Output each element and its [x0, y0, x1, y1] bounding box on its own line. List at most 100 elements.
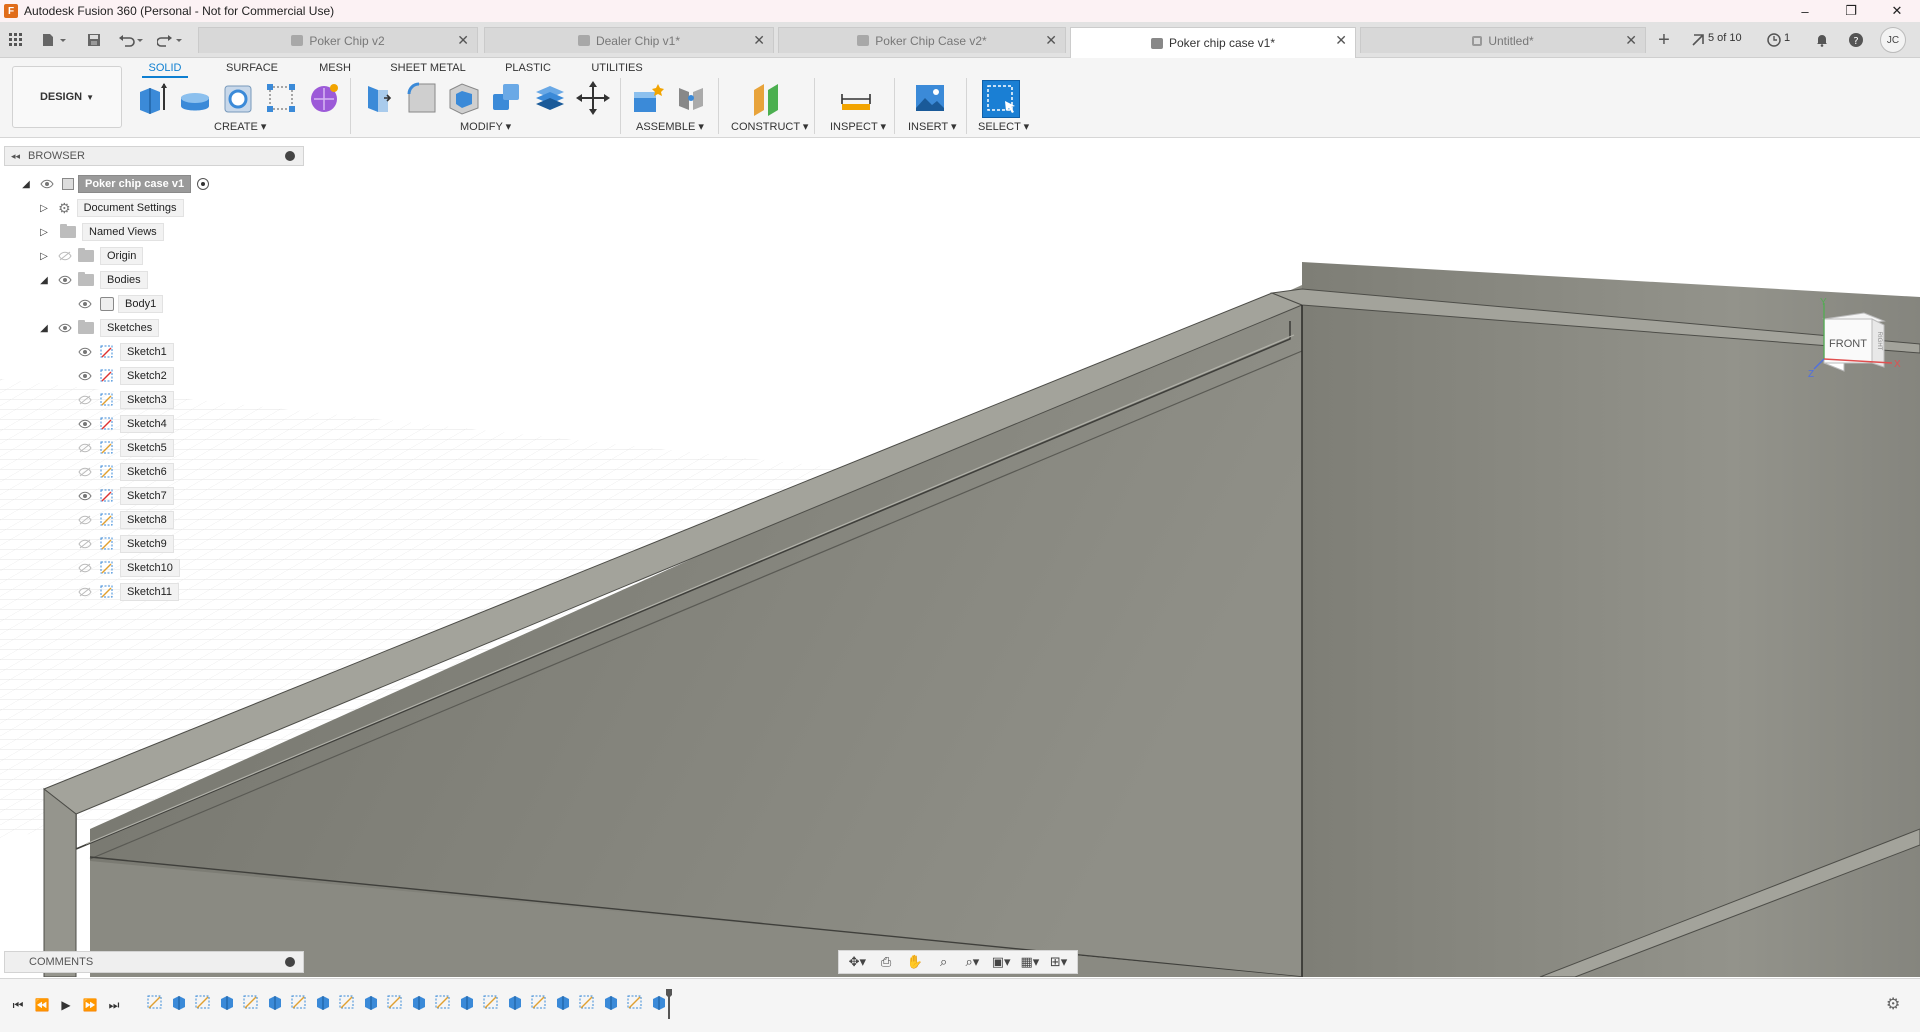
- tab-poker-chip-case-v2[interactable]: Poker Chip Case v2* ✕: [778, 27, 1066, 53]
- insert-group-label[interactable]: INSERT ▾: [908, 120, 957, 133]
- tab-sheet-metal[interactable]: SHEET METAL: [388, 58, 468, 78]
- tab-dealer-chip-v1[interactable]: Dealer Chip v1* ✕: [484, 27, 774, 53]
- canvas-viewport[interactable]: FRONT RIGHT Y X Z: [0, 139, 1920, 977]
- model-canvas[interactable]: [0, 139, 1920, 977]
- browser-item-sketch[interactable]: Sketch2: [78, 366, 174, 386]
- hidden-eye-icon[interactable]: [58, 251, 72, 261]
- expand-triangle-icon[interactable]: ▷: [38, 250, 50, 262]
- workspace-switcher-button[interactable]: DESIGN ▼: [12, 66, 122, 128]
- browser-item-sketch[interactable]: Sketch9: [78, 534, 174, 554]
- timeline-sketch-icon[interactable]: [242, 993, 262, 1013]
- hidden-eye-icon[interactable]: [78, 515, 92, 525]
- grid-settings-icon[interactable]: ▦▾: [1019, 953, 1041, 971]
- offset-plane-icon[interactable]: [748, 80, 784, 116]
- browser-item-sketch[interactable]: Sketch8: [78, 510, 174, 530]
- expand-triangle-icon[interactable]: ▷: [38, 202, 50, 214]
- insert-image-icon[interactable]: [912, 80, 948, 116]
- timeline-extrude-icon[interactable]: [602, 993, 622, 1013]
- select-group-label[interactable]: SELECT ▾: [978, 120, 1029, 133]
- comments-add-icon[interactable]: [285, 957, 295, 967]
- timeline-sketch-icon[interactable]: [530, 993, 550, 1013]
- visibility-eye-icon[interactable]: [78, 419, 92, 429]
- view-cube[interactable]: FRONT RIGHT Y X Z: [1808, 297, 1908, 387]
- expand-triangle-icon[interactable]: ◢: [38, 274, 50, 286]
- modify-group-label[interactable]: MODIFY ▾: [460, 120, 511, 133]
- tab-mesh[interactable]: MESH: [314, 58, 356, 78]
- visibility-eye-icon[interactable]: [40, 179, 54, 189]
- timeline-sketch-icon[interactable]: [146, 993, 166, 1013]
- close-tab-icon[interactable]: ✕: [1625, 32, 1637, 49]
- browser-item-sketches[interactable]: ◢ Sketches: [38, 318, 160, 338]
- new-tab-icon[interactable]: +: [1652, 28, 1676, 52]
- close-tab-icon[interactable]: ✕: [1045, 32, 1057, 49]
- select-tool-button[interactable]: [982, 80, 1020, 118]
- tab-poker-chip-v2[interactable]: Poker Chip v2 ✕: [198, 27, 478, 53]
- timeline-settings-gear-icon[interactable]: ⚙: [1886, 994, 1906, 1014]
- collapse-panel-icon[interactable]: ◂◂: [11, 151, 20, 162]
- inspect-group-label[interactable]: INSPECT ▾: [830, 120, 886, 133]
- zoom-icon[interactable]: ⌕: [933, 953, 955, 971]
- timeline-sketch-icon[interactable]: [578, 993, 598, 1013]
- activate-radio-icon[interactable]: [197, 178, 210, 190]
- timeline-extrude-icon[interactable]: [554, 993, 574, 1013]
- look-at-icon[interactable]: ⎙: [875, 953, 897, 971]
- browser-item-sketch[interactable]: Sketch11: [78, 582, 180, 602]
- hidden-eye-icon[interactable]: [78, 467, 92, 477]
- timeline-extrude-icon[interactable]: [362, 993, 382, 1013]
- close-window-button[interactable]: ✕: [1874, 0, 1920, 22]
- visibility-eye-icon[interactable]: [78, 371, 92, 381]
- browser-item-bodies[interactable]: ◢ Bodies: [38, 270, 148, 290]
- visibility-eye-icon[interactable]: [78, 491, 92, 501]
- timeline-marker[interactable]: [666, 989, 672, 1019]
- joint-icon[interactable]: [673, 80, 709, 116]
- display-settings-icon[interactable]: ▣▾: [990, 953, 1012, 971]
- timeline-sketch-icon[interactable]: [338, 993, 358, 1013]
- timeline-extrude-icon[interactable]: [314, 993, 334, 1013]
- timeline-sketch-icon[interactable]: [194, 993, 214, 1013]
- browser-item-origin[interactable]: ▷ Origin: [38, 246, 144, 266]
- maximize-button[interactable]: ❐: [1828, 0, 1874, 22]
- measure-icon[interactable]: [838, 80, 874, 116]
- minimize-button[interactable]: –: [1782, 0, 1828, 22]
- create-form-icon[interactable]: [306, 80, 342, 116]
- assemble-group-label[interactable]: ASSEMBLE ▾: [636, 120, 704, 133]
- viewports-icon[interactable]: ⊞▾: [1048, 953, 1070, 971]
- hidden-eye-icon[interactable]: [78, 395, 92, 405]
- hidden-eye-icon[interactable]: [78, 563, 92, 573]
- new-component-icon[interactable]: [630, 80, 666, 116]
- construct-group-label[interactable]: CONSTRUCT ▾: [731, 120, 808, 133]
- timeline-last-icon[interactable]: ⏭: [104, 995, 124, 1015]
- browser-item-sketch[interactable]: Sketch6: [78, 462, 174, 482]
- browser-item-named-views[interactable]: ▷ Named Views: [38, 222, 164, 242]
- timeline-extrude-icon[interactable]: [506, 993, 526, 1013]
- timeline-prev-icon[interactable]: ⏪: [32, 995, 52, 1015]
- timeline-sketch-icon[interactable]: [434, 993, 454, 1013]
- timeline-sketch-icon[interactable]: [626, 993, 646, 1013]
- redo-icon[interactable]: [155, 28, 187, 52]
- timeline-sketch-icon[interactable]: [290, 993, 310, 1013]
- visibility-eye-icon[interactable]: [58, 275, 72, 285]
- tab-counter[interactable]: 5 of 10: [1708, 32, 1742, 44]
- browser-item-sketch[interactable]: Sketch1: [78, 342, 174, 362]
- user-avatar[interactable]: JC: [1880, 27, 1906, 53]
- combine-icon[interactable]: [489, 80, 525, 116]
- undo-icon[interactable]: [116, 28, 148, 52]
- fit-zoom-icon[interactable]: ⌕▾: [961, 953, 983, 971]
- app-grid-icon[interactable]: [4, 28, 28, 52]
- browser-item-sketch[interactable]: Sketch3: [78, 390, 174, 410]
- clock-icon[interactable]: [1762, 28, 1786, 52]
- timeline-extrude-icon[interactable]: [266, 993, 286, 1013]
- hidden-eye-icon[interactable]: [78, 539, 92, 549]
- tab-solid[interactable]: SOLID: [142, 58, 188, 78]
- browser-item-document-settings[interactable]: ▷ ⚙ Document Settings: [38, 198, 184, 218]
- orbit-icon[interactable]: ✥▾: [846, 953, 868, 971]
- browser-item-sketch[interactable]: Sketch7: [78, 486, 174, 506]
- browser-item-sketch[interactable]: Sketch5: [78, 438, 174, 458]
- move-icon[interactable]: [575, 80, 611, 116]
- notification-bell-icon[interactable]: [1810, 28, 1834, 52]
- tab-plastic[interactable]: PLASTIC: [502, 58, 554, 78]
- timeline-extrude-icon[interactable]: [458, 993, 478, 1013]
- press-pull-icon[interactable]: [360, 80, 396, 116]
- browser-item-body1[interactable]: Body1: [78, 294, 164, 314]
- timeline-next-icon[interactable]: ⏩: [80, 995, 100, 1015]
